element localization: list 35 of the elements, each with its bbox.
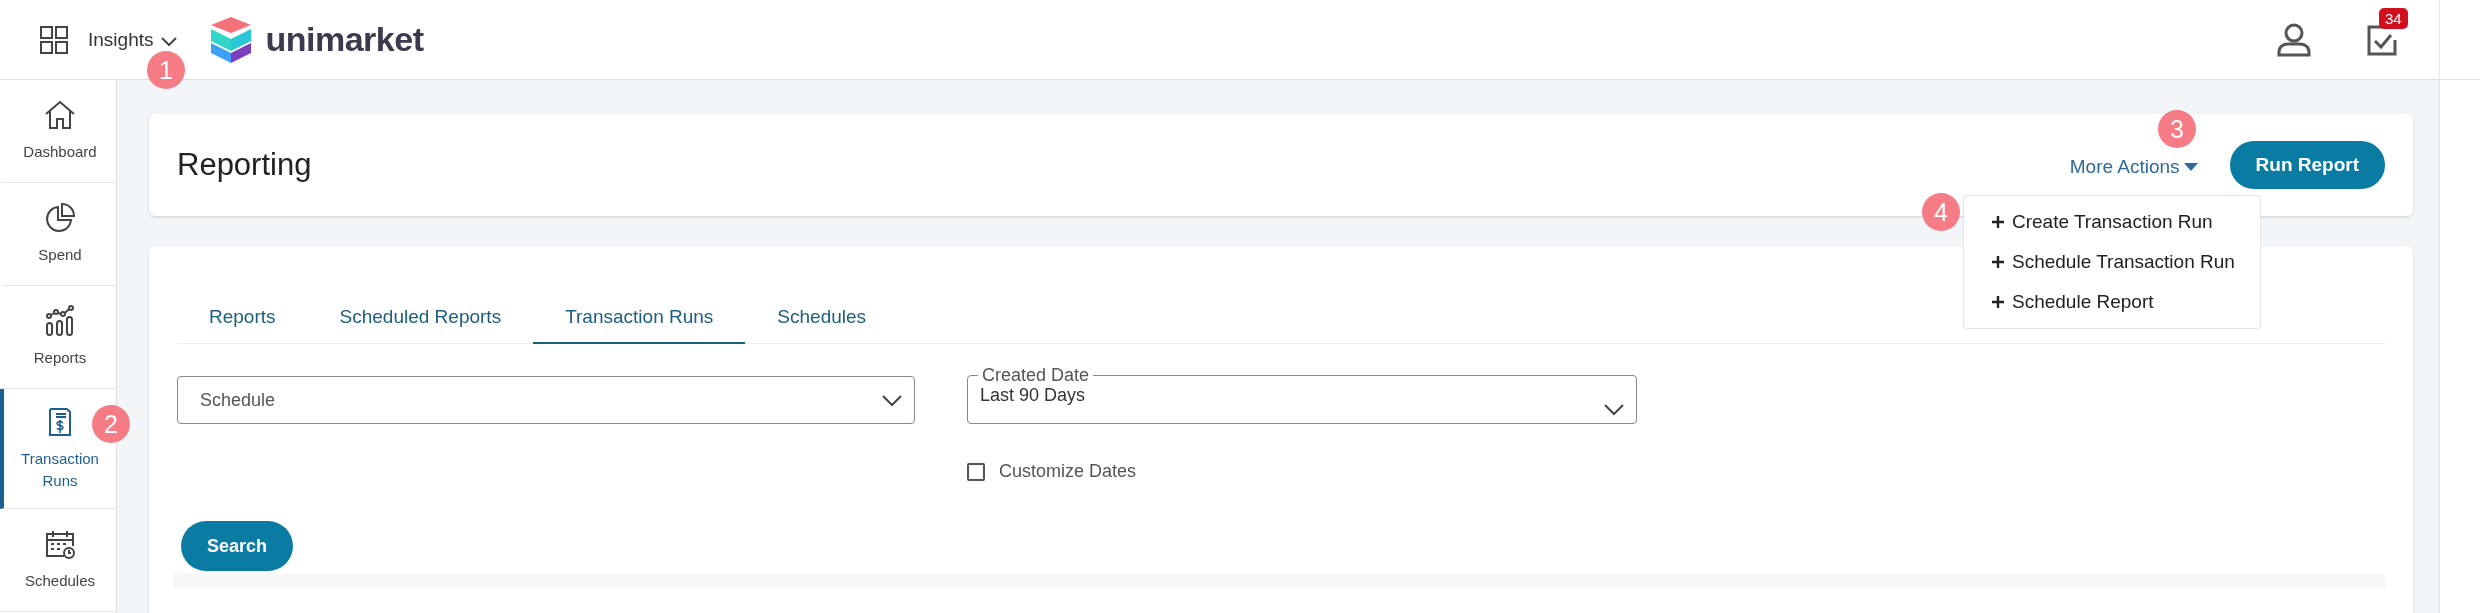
- plus-icon: [1992, 296, 2004, 308]
- search-button[interactable]: Search: [181, 521, 294, 571]
- chevron-down-icon: [161, 36, 178, 47]
- menu-item[interactable]: Schedule Report: [1964, 282, 2260, 322]
- logo-wordmark: unimarket: [265, 20, 424, 59]
- user-icon[interactable]: [2277, 22, 2311, 57]
- notification-badge: 34: [2379, 7, 2408, 29]
- run-report-button[interactable]: Run Report: [2229, 141, 2385, 189]
- plus-icon: [1992, 216, 2004, 228]
- plus-icon: [1992, 256, 2004, 268]
- schedule-select[interactable]: Schedule: [177, 376, 915, 424]
- calendar-clock-icon: [44, 528, 76, 560]
- created-date-select[interactable]: Created Date Last 90 Days: [967, 365, 1637, 424]
- tab[interactable]: Scheduled Reports: [307, 306, 534, 344]
- task-check-icon[interactable]: [2367, 23, 2397, 56]
- tab[interactable]: Reports: [177, 306, 308, 344]
- chevron-down-icon: [1604, 404, 1624, 416]
- checkbox-label: Customize Dates: [999, 461, 1137, 482]
- logo-cube-icon: [211, 16, 252, 63]
- more-actions-link[interactable]: More Actions: [2069, 156, 2198, 178]
- app-menu-button[interactable]: Insights: [88, 28, 178, 51]
- menu-item[interactable]: Create Transaction Run: [1964, 202, 2260, 242]
- app-grid-icon[interactable]: [40, 25, 68, 54]
- field-label: Created Date: [981, 365, 1091, 385]
- tab[interactable]: Transaction Runs: [533, 306, 746, 344]
- step-marker: 1: [147, 51, 185, 89]
- pie-chart-icon: [44, 202, 76, 234]
- checkbox[interactable]: [967, 462, 985, 481]
- chevron-down-icon: [882, 395, 902, 407]
- menu-item[interactable]: Schedule Transaction Run: [1964, 242, 2260, 282]
- home-icon: [44, 99, 76, 131]
- bar-trend-icon: [44, 305, 76, 337]
- tab[interactable]: Schedules: [745, 306, 899, 344]
- caret-down-icon: [2183, 163, 2198, 171]
- page-title: Reporting: [177, 147, 312, 183]
